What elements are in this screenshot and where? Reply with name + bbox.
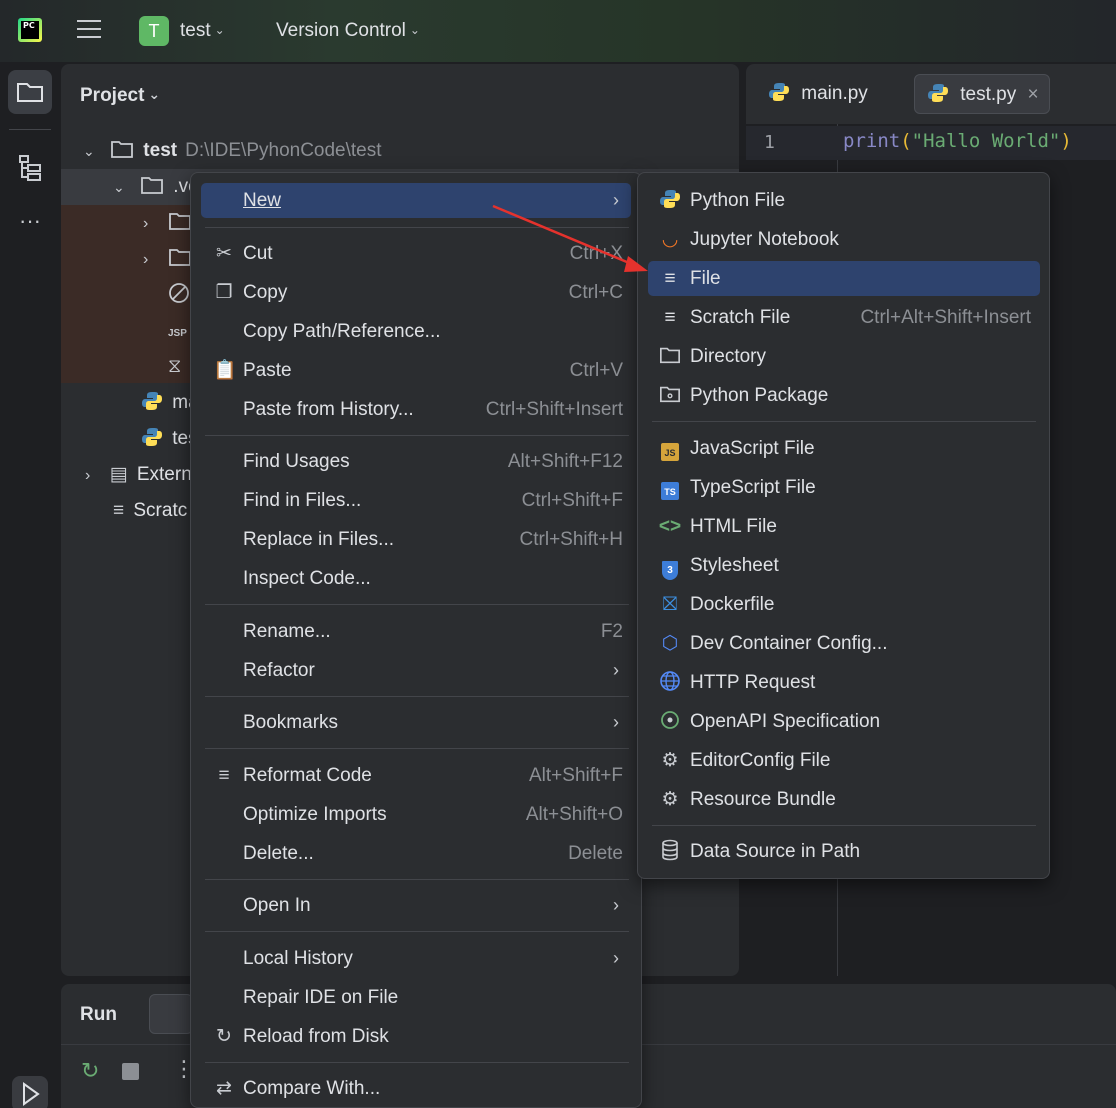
annotation-arrow	[492, 204, 648, 272]
